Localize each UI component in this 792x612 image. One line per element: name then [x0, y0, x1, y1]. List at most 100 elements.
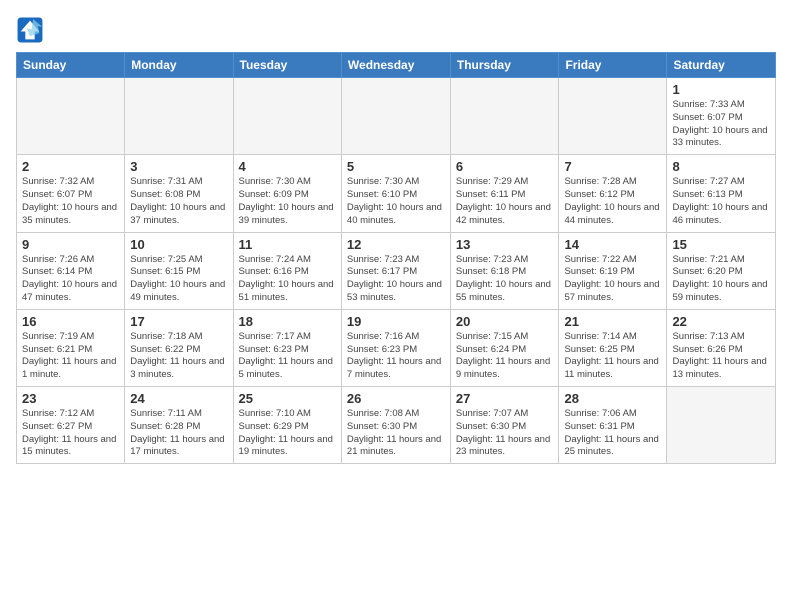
- calendar-cell: 3 Sunrise: 7:31 AM Sunset: 6:08 PM Daylig…: [125, 155, 233, 232]
- day-info: Sunrise: 7:29 AM Sunset: 6:11 PM Dayligh…: [456, 176, 554, 227]
- calendar-cell: 18 Sunrise: 7:17 AM Sunset: 6:23 PM Dayli…: [233, 309, 341, 386]
- calendar-cell: 26 Sunrise: 7:08 AM Sunset: 6:30 PM Dayli…: [341, 387, 450, 464]
- day-number: 7: [564, 159, 661, 174]
- calendar-cell: 2Sunrise: 7:32 AM Sunset: 6:07 PM Daylig…: [17, 155, 125, 232]
- day-number: 19: [347, 314, 445, 329]
- calendar-cell: 22 Sunrise: 7:13 AM Sunset: 6:26 PM Dayli…: [667, 309, 776, 386]
- calendar-cell: 12 Sunrise: 7:23 AM Sunset: 6:17 PM Dayli…: [341, 232, 450, 309]
- day-info: Sunrise: 7:14 AM Sunset: 6:25 PM Dayligh…: [564, 331, 661, 382]
- day-number: 20: [456, 314, 554, 329]
- calendar-cell: 7 Sunrise: 7:28 AM Sunset: 6:12 PM Daylig…: [559, 155, 667, 232]
- day-number: 14: [564, 237, 661, 252]
- weekday-header-thursday: Thursday: [450, 53, 559, 78]
- day-number: 9: [22, 237, 119, 252]
- calendar-cell: 24 Sunrise: 7:11 AM Sunset: 6:28 PM Dayli…: [125, 387, 233, 464]
- calendar-cell: 5 Sunrise: 7:30 AM Sunset: 6:10 PM Daylig…: [341, 155, 450, 232]
- calendar-cell: 8 Sunrise: 7:27 AM Sunset: 6:13 PM Daylig…: [667, 155, 776, 232]
- day-info: Sunrise: 7:27 AM Sunset: 6:13 PM Dayligh…: [672, 176, 770, 227]
- day-number: 10: [130, 237, 227, 252]
- day-number: 24: [130, 391, 227, 406]
- calendar-cell: 16 Sunrise: 7:19 AM Sunset: 6:21 PM Dayli…: [17, 309, 125, 386]
- day-number: 8: [672, 159, 770, 174]
- weekday-header-friday: Friday: [559, 53, 667, 78]
- calendar-cell: 14 Sunrise: 7:22 AM Sunset: 6:19 PM Dayli…: [559, 232, 667, 309]
- day-info: Sunrise: 7:25 AM Sunset: 6:15 PM Dayligh…: [130, 254, 227, 305]
- day-info: Sunrise: 7:11 AM Sunset: 6:28 PM Dayligh…: [130, 408, 227, 459]
- day-number: 5: [347, 159, 445, 174]
- calendar-cell: 13Sunrise: 7:23 AM Sunset: 6:18 PM Dayli…: [450, 232, 559, 309]
- day-number: 18: [239, 314, 336, 329]
- day-info: Sunrise: 7:23 AM Sunset: 6:17 PM Dayligh…: [347, 254, 445, 305]
- day-info: Sunrise: 7:12 AM Sunset: 6:27 PM Dayligh…: [22, 408, 119, 459]
- calendar-cell: 25Sunrise: 7:10 AM Sunset: 6:29 PM Dayli…: [233, 387, 341, 464]
- day-number: 4: [239, 159, 336, 174]
- day-number: 6: [456, 159, 554, 174]
- day-info: Sunrise: 7:31 AM Sunset: 6:08 PM Dayligh…: [130, 176, 227, 227]
- calendar-cell: 19 Sunrise: 7:16 AM Sunset: 6:23 PM Dayli…: [341, 309, 450, 386]
- calendar-cell: 27 Sunrise: 7:07 AM Sunset: 6:30 PM Dayli…: [450, 387, 559, 464]
- day-info: Sunrise: 7:17 AM Sunset: 6:23 PM Dayligh…: [239, 331, 336, 382]
- day-info: Sunrise: 7:16 AM Sunset: 6:23 PM Dayligh…: [347, 331, 445, 382]
- weekday-header-tuesday: Tuesday: [233, 53, 341, 78]
- calendar-cell: 17 Sunrise: 7:18 AM Sunset: 6:22 PM Dayli…: [125, 309, 233, 386]
- calendar-cell: 10 Sunrise: 7:25 AM Sunset: 6:15 PM Dayli…: [125, 232, 233, 309]
- calendar-cell: [667, 387, 776, 464]
- calendar-cell: 23 Sunrise: 7:12 AM Sunset: 6:27 PM Dayli…: [17, 387, 125, 464]
- day-number: 28: [564, 391, 661, 406]
- day-number: 2: [22, 159, 119, 174]
- day-number: 15: [672, 237, 770, 252]
- weekday-header-saturday: Saturday: [667, 53, 776, 78]
- day-number: 1: [672, 82, 770, 97]
- calendar-week-row: 16 Sunrise: 7:19 AM Sunset: 6:21 PM Dayli…: [17, 309, 776, 386]
- weekday-header-sunday: Sunday: [17, 53, 125, 78]
- day-number: 17: [130, 314, 227, 329]
- day-number: 13: [456, 237, 554, 252]
- day-number: 23: [22, 391, 119, 406]
- day-number: 16: [22, 314, 119, 329]
- calendar-cell: 9 Sunrise: 7:26 AM Sunset: 6:14 PM Daylig…: [17, 232, 125, 309]
- calendar-cell: [233, 78, 341, 155]
- day-info: Sunrise: 7:13 AM Sunset: 6:26 PM Dayligh…: [672, 331, 770, 382]
- calendar-table: SundayMondayTuesdayWednesdayThursdayFrid…: [16, 52, 776, 464]
- day-info: Sunrise: 7:06 AM Sunset: 6:31 PM Dayligh…: [564, 408, 661, 459]
- calendar-cell: 20 Sunrise: 7:15 AM Sunset: 6:24 PM Dayli…: [450, 309, 559, 386]
- day-info: Sunrise: 7:28 AM Sunset: 6:12 PM Dayligh…: [564, 176, 661, 227]
- calendar-week-row: 23 Sunrise: 7:12 AM Sunset: 6:27 PM Dayli…: [17, 387, 776, 464]
- calendar-cell: [559, 78, 667, 155]
- weekday-header-monday: Monday: [125, 53, 233, 78]
- day-info: Sunrise: 7:30 AM Sunset: 6:09 PM Dayligh…: [239, 176, 336, 227]
- day-number: 22: [672, 314, 770, 329]
- calendar-cell: [341, 78, 450, 155]
- calendar-week-row: 9 Sunrise: 7:26 AM Sunset: 6:14 PM Daylig…: [17, 232, 776, 309]
- day-info: Sunrise: 7:15 AM Sunset: 6:24 PM Dayligh…: [456, 331, 554, 382]
- calendar-cell: [125, 78, 233, 155]
- day-info: Sunrise: 7:22 AM Sunset: 6:19 PM Dayligh…: [564, 254, 661, 305]
- calendar-cell: 4 Sunrise: 7:30 AM Sunset: 6:09 PM Daylig…: [233, 155, 341, 232]
- day-info: Sunrise: 7:30 AM Sunset: 6:10 PM Dayligh…: [347, 176, 445, 227]
- calendar-cell: 1 Sunrise: 7:33 AM Sunset: 6:07 PM Daylig…: [667, 78, 776, 155]
- calendar-cell: 21Sunrise: 7:14 AM Sunset: 6:25 PM Dayli…: [559, 309, 667, 386]
- day-number: 3: [130, 159, 227, 174]
- calendar-week-row: 1 Sunrise: 7:33 AM Sunset: 6:07 PM Daylig…: [17, 78, 776, 155]
- day-info: Sunrise: 7:07 AM Sunset: 6:30 PM Dayligh…: [456, 408, 554, 459]
- day-info: Sunrise: 7:08 AM Sunset: 6:30 PM Dayligh…: [347, 408, 445, 459]
- calendar-week-row: 2Sunrise: 7:32 AM Sunset: 6:07 PM Daylig…: [17, 155, 776, 232]
- day-info: Sunrise: 7:10 AM Sunset: 6:29 PM Dayligh…: [239, 408, 336, 459]
- day-number: 27: [456, 391, 554, 406]
- day-info: Sunrise: 7:33 AM Sunset: 6:07 PM Dayligh…: [672, 99, 770, 150]
- day-number: 11: [239, 237, 336, 252]
- calendar-cell: [450, 78, 559, 155]
- day-info: Sunrise: 7:21 AM Sunset: 6:20 PM Dayligh…: [672, 254, 770, 305]
- calendar-cell: [17, 78, 125, 155]
- calendar-cell: 11 Sunrise: 7:24 AM Sunset: 6:16 PM Dayli…: [233, 232, 341, 309]
- day-info: Sunrise: 7:26 AM Sunset: 6:14 PM Dayligh…: [22, 254, 119, 305]
- weekday-header-row: SundayMondayTuesdayWednesdayThursdayFrid…: [17, 53, 776, 78]
- day-number: 12: [347, 237, 445, 252]
- day-info: Sunrise: 7:18 AM Sunset: 6:22 PM Dayligh…: [130, 331, 227, 382]
- calendar-cell: 15 Sunrise: 7:21 AM Sunset: 6:20 PM Dayli…: [667, 232, 776, 309]
- logo-icon: [16, 16, 44, 44]
- day-info: Sunrise: 7:24 AM Sunset: 6:16 PM Dayligh…: [239, 254, 336, 305]
- day-info: Sunrise: 7:19 AM Sunset: 6:21 PM Dayligh…: [22, 331, 119, 382]
- logo: [16, 16, 48, 44]
- day-number: 26: [347, 391, 445, 406]
